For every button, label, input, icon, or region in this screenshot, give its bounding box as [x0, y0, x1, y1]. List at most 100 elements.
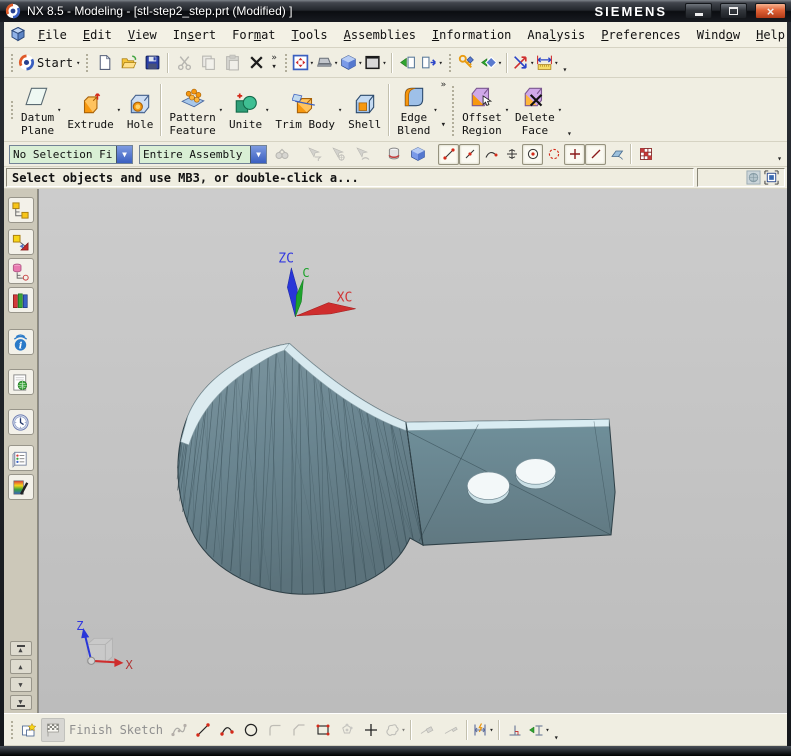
- dropdown-arrow-icon[interactable]: ▾: [498, 59, 502, 67]
- start-button[interactable]: Start▾: [17, 51, 81, 75]
- web-browser-button[interactable]: [8, 369, 34, 395]
- selection-type-filter[interactable]: No Selection Fi▼: [9, 145, 133, 164]
- toolbar-overflow-button[interactable]: »▾: [268, 54, 279, 72]
- snap-intersection-button[interactable]: [564, 144, 585, 165]
- menu-information[interactable]: Information: [424, 25, 519, 45]
- snap-point-on-curve-button[interactable]: [585, 144, 606, 165]
- toolbar-options-button[interactable]: ▾: [551, 733, 562, 742]
- dropdown-arrow-icon[interactable]: ▾: [382, 59, 386, 67]
- offset-curve-button[interactable]: ▾: [383, 718, 407, 742]
- hole-button[interactable]: Hole: [123, 78, 158, 141]
- hd3d-tools-button[interactable]: i: [8, 329, 34, 355]
- menu-view[interactable]: View: [120, 25, 165, 45]
- shaded-object-button[interactable]: [406, 142, 430, 166]
- menu-format[interactable]: Format: [224, 25, 283, 45]
- unlock-button[interactable]: [455, 51, 479, 75]
- toolbar-overflow-button[interactable]: »▾: [440, 78, 447, 132]
- geometric-constraints-button[interactable]: [503, 718, 527, 742]
- copy-button[interactable]: [196, 51, 220, 75]
- scroll-last-button[interactable]: ▼: [10, 695, 32, 710]
- dropdown-arrow-icon[interactable]: ▾: [433, 106, 437, 114]
- scroll-down-button[interactable]: ▼: [10, 677, 32, 692]
- dropdown-arrow-icon[interactable]: ▾: [401, 726, 405, 734]
- dropdown-arrow-icon[interactable]: ▾: [265, 106, 269, 114]
- unite-button[interactable]: Unite▾: [225, 78, 271, 141]
- snap-endpoint-button[interactable]: [438, 144, 459, 165]
- scroll-first-button[interactable]: ▲: [10, 641, 32, 656]
- delete-face-button[interactable]: Delete Face▾: [511, 78, 564, 141]
- find-button[interactable]: [270, 142, 294, 166]
- combo-dropdown-icon[interactable]: ▼: [250, 146, 266, 163]
- scroll-up-button[interactable]: ▲: [10, 659, 32, 674]
- paste-button[interactable]: [220, 51, 244, 75]
- rapid-dimension-button[interactable]: ▾: [471, 718, 495, 742]
- cut-button[interactable]: [172, 51, 196, 75]
- toolbar-grip-handle[interactable]: [447, 52, 452, 74]
- toolbar-grip-handle[interactable]: [9, 99, 14, 121]
- status-web-icon[interactable]: [746, 170, 761, 185]
- plate-hole-2[interactable]: [516, 459, 556, 489]
- status-clip-icon[interactable]: [764, 170, 779, 185]
- quick-extend-button[interactable]: [439, 718, 463, 742]
- dropdown-arrow-icon[interactable]: ▾: [554, 59, 558, 67]
- dropdown-arrow-icon[interactable]: ▾: [358, 59, 362, 67]
- dropdown-arrow-icon[interactable]: ▾: [310, 59, 314, 67]
- menu-tools[interactable]: Tools: [284, 25, 336, 45]
- datum-plane-button[interactable]: Datum Plane▾: [17, 78, 63, 141]
- close-button[interactable]: ×: [755, 3, 786, 19]
- dropdown-arrow-icon[interactable]: ▾: [489, 726, 493, 734]
- select-general-button[interactable]: [302, 142, 326, 166]
- quick-trim-button[interactable]: [415, 718, 439, 742]
- window-pane-b-button[interactable]: ▾: [420, 51, 444, 75]
- minimize-button[interactable]: [685, 3, 712, 19]
- select-lasso-button[interactable]: [350, 142, 374, 166]
- plate-hole-1[interactable]: [467, 472, 509, 504]
- menu-edit[interactable]: Edit: [75, 25, 120, 45]
- snap-center-button[interactable]: [522, 144, 543, 165]
- snap-midpoint-button[interactable]: [459, 144, 480, 165]
- combo-dropdown-icon[interactable]: ▼: [116, 146, 132, 163]
- toolbar-options-button[interactable]: ▾: [564, 129, 575, 138]
- show-hide-button[interactable]: ▾: [479, 51, 503, 75]
- viewport-canvas[interactable]: ZC C XC Z X: [38, 189, 787, 713]
- selection-scope[interactable]: Entire Assembly▼: [139, 145, 267, 164]
- dropdown-arrow-icon[interactable]: ▾: [505, 106, 509, 114]
- menu-window[interactable]: Window: [689, 25, 748, 45]
- delete-button[interactable]: [244, 51, 268, 75]
- fit-view-button[interactable]: ▾: [291, 51, 315, 75]
- dropdown-arrow-icon[interactable]: ▾: [558, 106, 562, 114]
- measure-button[interactable]: ▾: [535, 51, 559, 75]
- extrude-button[interactable]: Extrude▾: [63, 78, 123, 141]
- chamfer-button[interactable]: [287, 718, 311, 742]
- snap-quadrant-button[interactable]: [501, 144, 522, 165]
- dropdown-arrow-icon[interactable]: ▾: [439, 59, 443, 67]
- maximize-button[interactable]: [720, 3, 747, 19]
- dropdown-arrow-icon[interactable]: ▾: [76, 59, 80, 67]
- offset-region-button[interactable]: Offset Region▾: [458, 78, 511, 141]
- dropdown-arrow-icon[interactable]: ▾: [545, 726, 549, 734]
- clamp-plate-face[interactable]: [406, 419, 615, 545]
- grid-snap-button[interactable]: [635, 144, 656, 165]
- graphics-scene[interactable]: ZC C XC Z X: [39, 189, 787, 713]
- edge-blend-button[interactable]: Edge Blend▾: [393, 78, 439, 141]
- menu-insert[interactable]: Insert: [165, 25, 224, 45]
- orient-view-button[interactable]: ▾: [315, 51, 339, 75]
- polygon-button[interactable]: [335, 718, 359, 742]
- dropdown-arrow-icon[interactable]: ▾: [219, 106, 223, 114]
- dropdown-arrow-icon[interactable]: ▾: [334, 59, 338, 67]
- shell-button[interactable]: Shell: [344, 78, 385, 141]
- select-target-button[interactable]: [326, 142, 350, 166]
- circle-button[interactable]: [239, 718, 263, 742]
- snap-circle-button[interactable]: [543, 144, 564, 165]
- toolbar-grip-handle[interactable]: [9, 719, 14, 741]
- window-pane-a-button[interactable]: [396, 51, 420, 75]
- dropdown-arrow-icon[interactable]: ▾: [57, 106, 61, 114]
- dropdown-arrow-icon[interactable]: ▾: [338, 106, 342, 114]
- menu-assemblies[interactable]: Assemblies: [336, 25, 424, 45]
- trim-body-button[interactable]: Trim Body▾: [271, 78, 344, 141]
- dropdown-arrow-icon[interactable]: ▾: [530, 59, 534, 67]
- menu-analysis[interactable]: Analysis: [519, 25, 593, 45]
- line-button[interactable]: [191, 718, 215, 742]
- profile-button[interactable]: [167, 718, 191, 742]
- save-button[interactable]: [140, 51, 164, 75]
